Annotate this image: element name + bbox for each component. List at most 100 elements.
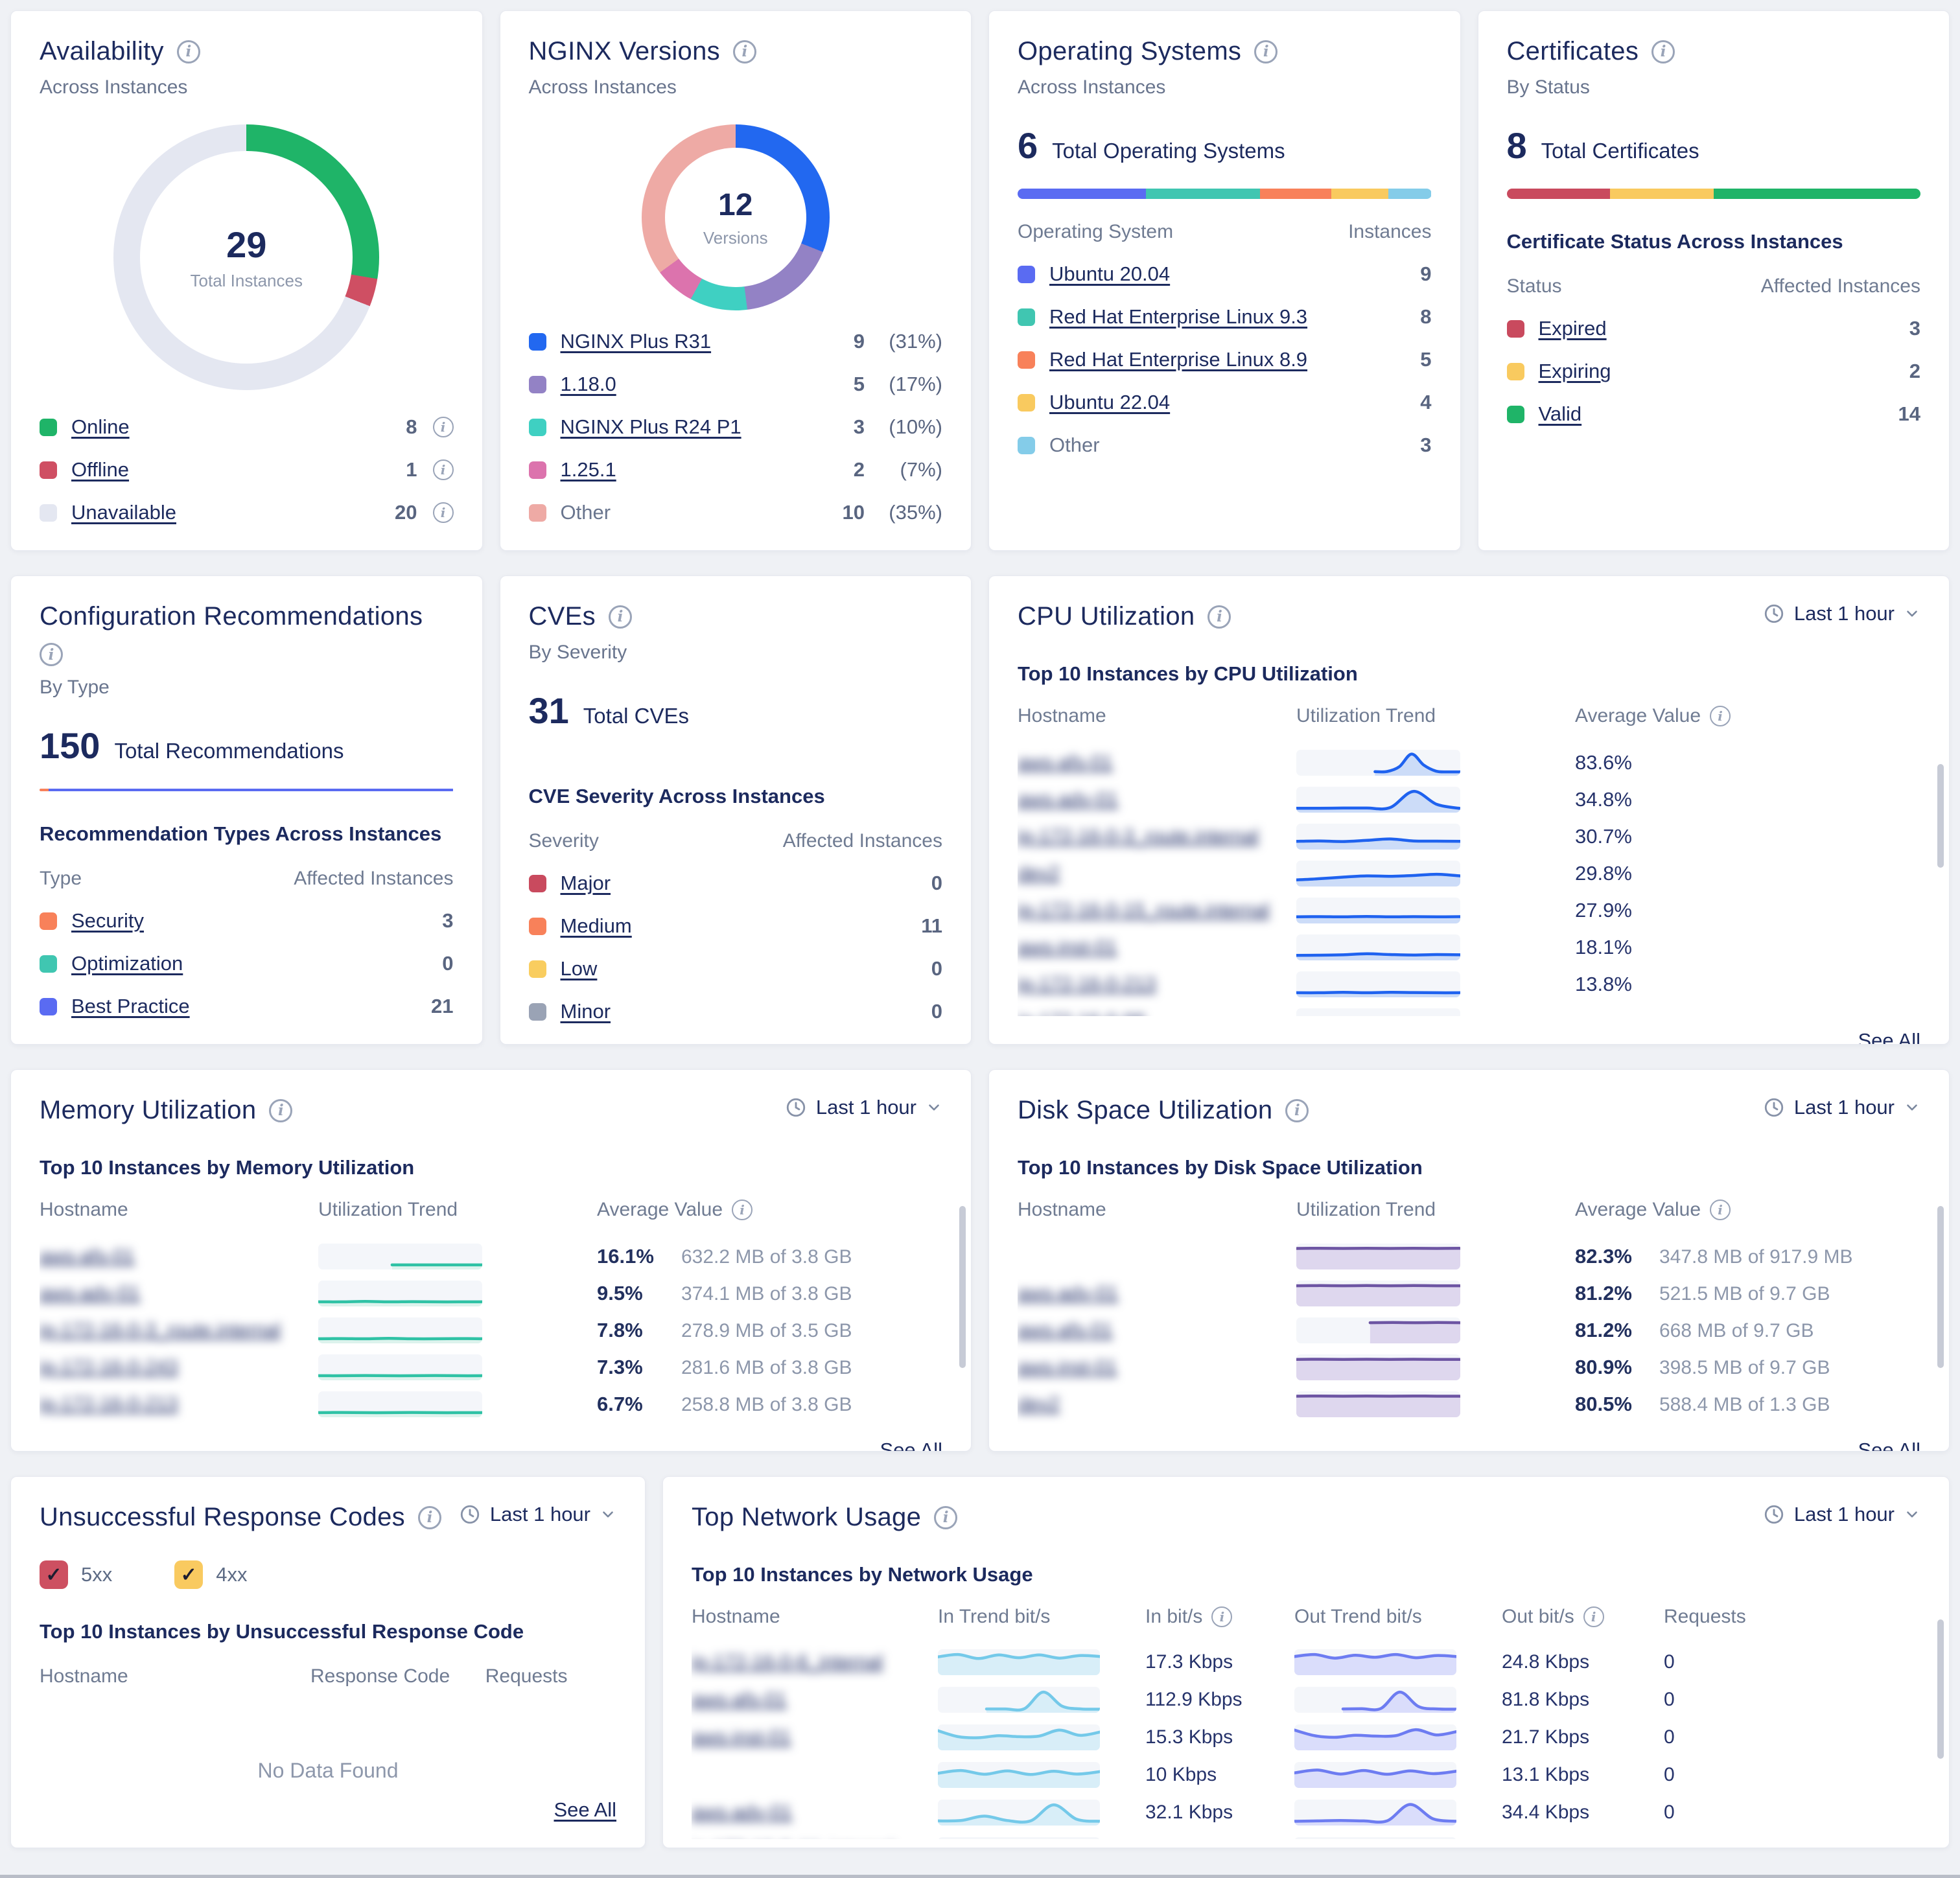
response-codes-col-header: Hostname [40, 1665, 310, 1687]
clock-icon [459, 1503, 481, 1525]
info-icon[interactable]: i [269, 1099, 292, 1122]
memory-scrollbar[interactable] [959, 1206, 966, 1368]
legend-label[interactable]: NGINX Plus R24 P1 [561, 415, 741, 439]
hostname-link-blurred[interactable]: aws-afs-01 [1018, 752, 1296, 774]
info-icon[interactable]: i [40, 643, 63, 666]
hostname-link-blurred[interactable]: aws-adv-01 [40, 1282, 318, 1304]
legend-label[interactable]: Security [71, 909, 144, 933]
memory-section-header: Top 10 Instances by Memory Utilization [40, 1156, 942, 1179]
hostname-link-blurred[interactable]: ip-172-16-0-213 [40, 1393, 318, 1415]
legend-label[interactable]: Major [561, 872, 611, 895]
legend-label[interactable]: NGINX Plus R31 [561, 330, 712, 353]
hostname-link-blurred[interactable]: ip-172-16-0-213 [1018, 973, 1296, 995]
nginx-versions-legend: NGINX Plus R319(31%)1.18.05(17%)NGINX Pl… [529, 310, 943, 524]
list-item: Low0 [529, 957, 943, 980]
hostname-link-blurred[interactable]: aws-inst-01 [692, 1726, 938, 1748]
availability-donut-chart[interactable]: 29 Total Instances [113, 124, 379, 390]
legend-label[interactable]: Online [71, 415, 130, 439]
response-code-filter-4xx[interactable]: ✓4xx [174, 1560, 247, 1589]
legend-label[interactable]: Ubuntu 20.04 [1049, 262, 1170, 286]
hostname-link-blurred[interactable]: aws-afs-01 [1018, 1319, 1296, 1341]
hostname-link-blurred[interactable]: aws-adv-01 [1018, 789, 1296, 811]
memory-time-range-dropdown[interactable]: Last 1 hour [785, 1096, 942, 1119]
info-icon[interactable]: i [1254, 40, 1278, 64]
disk-time-range-dropdown[interactable]: Last 1 hour [1763, 1096, 1920, 1119]
legend-label[interactable]: Valid [1539, 402, 1582, 426]
legend-label[interactable]: Red Hat Enterprise Linux 8.9 [1049, 348, 1307, 371]
legend-swatch [1018, 308, 1035, 326]
info-icon[interactable]: i [1583, 1606, 1604, 1627]
legend-count: 20 [395, 501, 417, 524]
hostname-link-blurred[interactable]: aws-adv-01 [692, 1802, 938, 1824]
legend-label[interactable]: 1.25.1 [561, 458, 616, 481]
cves-total-label: Total CVEs [583, 704, 689, 728]
info-icon[interactable]: i [433, 459, 454, 480]
legend-label[interactable]: 1.18.0 [561, 373, 616, 396]
hostname-link-blurred[interactable]: aws-adv-01 [1018, 1282, 1296, 1304]
disk-table-row: dev280.5%588.4 MB of 1.3 GB [1018, 1385, 1920, 1422]
hostname-link-blurred[interactable]: ip-172-16-0-243 [40, 1356, 318, 1378]
hostname-link-blurred[interactable]: ip-172-16-0-3_route.internal [1018, 826, 1296, 848]
response-codes-time-range-dropdown[interactable]: Last 1 hour [459, 1503, 616, 1526]
cpu-see-all-link[interactable]: See All [1858, 1029, 1920, 1045]
cpu-scrollbar[interactable] [1937, 764, 1944, 868]
legend-label[interactable]: Optimization [71, 952, 183, 975]
hostname-link-blurred[interactable]: ip-172-16-0-3_route.internal [40, 1319, 318, 1341]
network-time-range-dropdown[interactable]: Last 1 hour [1763, 1503, 1920, 1526]
network-scrollbar[interactable] [1937, 1619, 1944, 1759]
info-icon[interactable]: i [433, 417, 454, 437]
os-col-header: Operating System [1018, 221, 1173, 243]
disk-col-value: Average Value [1575, 1199, 1701, 1221]
legend-swatch [40, 955, 57, 973]
response-codes-see-all-link[interactable]: See All [554, 1798, 616, 1821]
availability-total-label: Total Instances [191, 271, 303, 291]
disk-title: Disk Space Utilization [1018, 1096, 1272, 1125]
hostname-link-blurred[interactable]: dev2 [1018, 863, 1296, 885]
info-icon[interactable]: i [1710, 706, 1731, 726]
memory-see-all-link[interactable]: See All [880, 1439, 942, 1452]
legend-label[interactable]: Best Practice [71, 995, 190, 1018]
legend-swatch [529, 960, 546, 978]
info-icon[interactable]: i [1710, 1200, 1731, 1220]
info-icon[interactable]: i [934, 1506, 957, 1529]
info-icon[interactable]: i [733, 40, 756, 64]
info-icon[interactable]: i [1211, 1606, 1232, 1627]
info-icon[interactable]: i [732, 1200, 752, 1220]
legend-label[interactable]: Medium [561, 914, 632, 938]
hostname-link-blurred[interactable]: aws-inst-01 [1018, 936, 1296, 958]
checkbox-5xx[interactable]: ✓ [40, 1560, 68, 1589]
list-item: 1.25.12(7%) [529, 458, 943, 481]
hostname-link-blurred[interactable]: ip-172-16-0-98 [1018, 1010, 1296, 1017]
legend-label[interactable]: Low [561, 957, 598, 980]
utilization-percent: 7.8% [597, 1319, 664, 1342]
legend-swatch [1507, 406, 1524, 423]
legend-label[interactable]: Minor [561, 1000, 611, 1023]
hostname-link-blurred[interactable]: ip-172-16-0-15_route.internal [1018, 899, 1296, 922]
cpu-col-trend: Utilization Trend [1296, 705, 1575, 727]
hostname-link-blurred[interactable]: dev2 [1018, 1393, 1296, 1415]
disk-scrollbar[interactable] [1937, 1206, 1944, 1368]
legend-label[interactable]: Unavailable [71, 501, 176, 524]
legend-label[interactable]: Expiring [1539, 360, 1611, 383]
info-icon[interactable]: i [609, 605, 632, 629]
checkbox-4xx[interactable]: ✓ [174, 1560, 203, 1589]
hostname-link-blurred[interactable]: aws-afs-01 [40, 1246, 318, 1268]
info-icon[interactable]: i [177, 40, 200, 64]
info-icon[interactable]: i [1651, 40, 1675, 64]
hostname-link-blurred[interactable]: aws-inst-01 [1018, 1356, 1296, 1378]
hostname-link-blurred[interactable]: aws-afs-01 [692, 1689, 938, 1711]
info-icon[interactable]: i [418, 1506, 441, 1529]
legend-label[interactable]: Red Hat Enterprise Linux 9.3 [1049, 305, 1307, 329]
legend-label[interactable]: Ubuntu 22.04 [1049, 391, 1170, 414]
info-icon[interactable]: i [1285, 1099, 1309, 1122]
info-icon[interactable]: i [1208, 605, 1231, 629]
info-icon[interactable]: i [433, 502, 454, 523]
cpu-time-range-dropdown[interactable]: Last 1 hour [1763, 602, 1920, 625]
response-code-filter-5xx[interactable]: ✓5xx [40, 1560, 112, 1589]
legend-label: Other [561, 501, 611, 524]
legend-label[interactable]: Offline [71, 458, 129, 481]
nginx-versions-donut-chart[interactable]: 12 Versions [642, 124, 830, 310]
legend-label[interactable]: Expired [1539, 317, 1607, 340]
disk-see-all-link[interactable]: See All [1858, 1439, 1920, 1452]
hostname-link-blurred[interactable]: ip-172-16-0-6_internal [692, 1651, 938, 1673]
